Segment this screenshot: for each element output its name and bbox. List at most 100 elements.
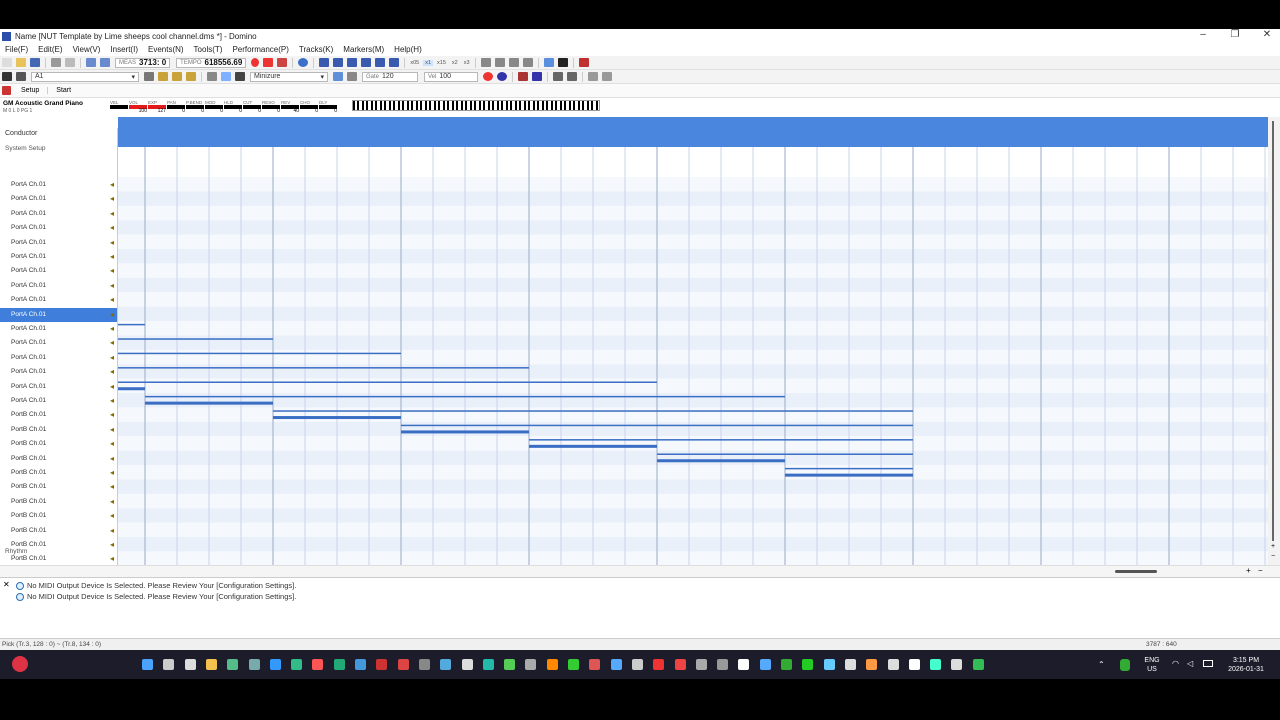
- taskbar-app-icon[interactable]: [163, 659, 175, 670]
- vertical-scrollbar[interactable]: + −: [1268, 117, 1280, 565]
- record-icon[interactable]: [251, 58, 260, 67]
- track-row[interactable]: PortA Ch.01 ◂: [0, 380, 117, 394]
- track-row[interactable]: PortA Ch.01 ◂: [0, 221, 117, 235]
- zoom-minus-icon[interactable]: −: [1271, 553, 1275, 560]
- taskbar-app-icon[interactable]: [568, 659, 579, 670]
- speaker-icon[interactable]: ◂: [110, 338, 114, 347]
- taskbar-app-icon[interactable]: [823, 659, 835, 670]
- tab-start[interactable]: Start: [48, 87, 79, 94]
- properties-icon[interactable]: [65, 58, 75, 67]
- taskbar-app-icon[interactable]: [291, 659, 303, 670]
- taskbar-app-icon[interactable]: [951, 659, 963, 670]
- view-icon-3[interactable]: [508, 58, 519, 67]
- track-row[interactable]: PortA Ch.01 ◂: [0, 307, 117, 322]
- control-knob[interactable]: VEL: [110, 100, 128, 113]
- taskbar-app-icon[interactable]: [397, 659, 409, 670]
- zoom-h-icon[interactable]: [518, 72, 528, 81]
- control-knob[interactable]: MOD 0: [205, 100, 223, 114]
- taskbar-app-icon[interactable]: [653, 659, 665, 670]
- track-row[interactable]: PortA Ch.01 ◂: [0, 279, 117, 293]
- taskbar-app-icon[interactable]: [525, 659, 537, 670]
- play-icon[interactable]: [361, 58, 372, 67]
- track-row[interactable]: PortA Ch.01 ◂: [0, 293, 117, 307]
- restore-button[interactable]: ❐: [1228, 29, 1242, 40]
- speaker-icon[interactable]: ◂: [110, 425, 114, 434]
- speaker-icon[interactable]: ◂: [110, 482, 114, 491]
- go-start-icon[interactable]: [319, 58, 330, 67]
- taskbar-app-icon[interactable]: [355, 659, 366, 670]
- track-row[interactable]: PortB Ch.01 ◂: [0, 552, 117, 565]
- control-knob[interactable]: RESO 0: [262, 100, 280, 114]
- undo-icon[interactable]: [86, 58, 96, 67]
- speaker-icon[interactable]: ◂: [110, 382, 114, 391]
- control-knob[interactable]: REV 40: [281, 100, 299, 114]
- taskbar-app-icon[interactable]: [482, 659, 494, 670]
- h-zoom-plus-icon[interactable]: +: [1246, 566, 1251, 575]
- menu-item[interactable]: View(V): [68, 45, 106, 54]
- track-row[interactable]: PortA Ch.01 ◂: [0, 250, 117, 264]
- language-indicator[interactable]: ENG US: [1140, 656, 1164, 674]
- speaker-icon[interactable]: ◂: [110, 238, 114, 247]
- track-row[interactable]: PortB Ch.01 ◂: [0, 509, 117, 523]
- snap-button[interactable]: x3: [462, 60, 472, 66]
- menu-item[interactable]: Performance(P): [227, 45, 293, 54]
- taskbar-app-icon[interactable]: [546, 659, 558, 670]
- control-knob[interactable]: DLY 0: [319, 100, 337, 114]
- track-select[interactable]: A1 ▾: [31, 71, 139, 82]
- next-icon[interactable]: [375, 58, 386, 67]
- list-icon[interactable]: [567, 72, 577, 81]
- menu-item[interactable]: Insert(I): [105, 45, 143, 54]
- track-row[interactable]: PortA Ch.01 ◂: [0, 322, 117, 336]
- control-knob[interactable]: PAN 0: [167, 100, 185, 114]
- speaker-icon[interactable]: ◂: [110, 554, 114, 563]
- taskbar-app-icon[interactable]: [227, 659, 239, 670]
- wrench-icon[interactable]: [578, 58, 589, 67]
- menu-item[interactable]: Edit(E): [33, 45, 67, 54]
- taskbar-app-icon[interactable]: [972, 659, 984, 670]
- speaker-icon[interactable]: ◂: [110, 468, 114, 477]
- taskbar-app-icon[interactable]: [248, 659, 260, 670]
- track-row[interactable]: PortA Ch.01 ◂: [0, 264, 117, 278]
- keyboard-icon[interactable]: [144, 72, 154, 81]
- taskbar-app-icon[interactable]: [269, 659, 281, 670]
- taskbar-app-icon[interactable]: [142, 659, 153, 670]
- taskbar-app-icon[interactable]: [717, 659, 729, 670]
- speaker-icon[interactable]: ◂: [110, 295, 114, 304]
- piano-roll[interactable]: [118, 117, 1268, 565]
- speaker-icon[interactable]: ◂: [110, 324, 114, 333]
- grid-select[interactable]: Minizure ▾: [250, 71, 328, 82]
- up-triangle-icon[interactable]: [553, 72, 563, 81]
- taskbar-app-icon[interactable]: [908, 659, 920, 670]
- menu-item[interactable]: Tools(T): [189, 45, 228, 54]
- speaker-icon[interactable]: ◂: [110, 180, 114, 189]
- horizontal-scrollbar[interactable]: + −: [0, 565, 1280, 577]
- control-knob[interactable]: VOL 100: [129, 100, 147, 114]
- zoom-out-icon[interactable]: [497, 72, 507, 81]
- pen-icon[interactable]: [158, 72, 168, 81]
- menu-item[interactable]: File(F): [0, 45, 33, 54]
- track-row[interactable]: PortA Ch.01 ◂: [0, 178, 117, 192]
- track-row[interactable]: PortB Ch.01 ◂: [0, 408, 117, 422]
- save-icon[interactable]: [30, 58, 40, 67]
- taskbar-app-icon[interactable]: [631, 659, 643, 670]
- snap-button[interactable]: x05: [408, 60, 421, 66]
- vertical-scroll-thumb[interactable]: [1272, 121, 1274, 541]
- close-button[interactable]: ✕: [1260, 29, 1274, 40]
- taskbar-app-icon[interactable]: [312, 659, 324, 670]
- speaker-icon[interactable]: ◂: [110, 223, 114, 232]
- speaker-icon[interactable]: ◂: [110, 252, 114, 261]
- taskbar-app-icon[interactable]: [610, 659, 622, 670]
- taskbar-app-icon[interactable]: [781, 659, 792, 670]
- speaker-icon[interactable]: ◂: [110, 511, 114, 520]
- eraser-icon[interactable]: [186, 72, 196, 81]
- track-row[interactable]: PortB Ch.01 ◂: [0, 524, 117, 538]
- event-list-icon[interactable]: [557, 58, 568, 67]
- speaker-icon[interactable]: ◂: [110, 266, 114, 275]
- taskbar-app-icon[interactable]: [759, 659, 771, 670]
- control-knob[interactable]: CUT 0: [243, 100, 261, 114]
- menu-item[interactable]: Markers(M): [338, 45, 389, 54]
- speaker-icon[interactable]: ◂: [110, 526, 114, 535]
- mini-keyboard[interactable]: [352, 100, 600, 111]
- view-icon-4[interactable]: [522, 58, 533, 67]
- track-row[interactable]: PortB Ch.01 ◂: [0, 480, 117, 494]
